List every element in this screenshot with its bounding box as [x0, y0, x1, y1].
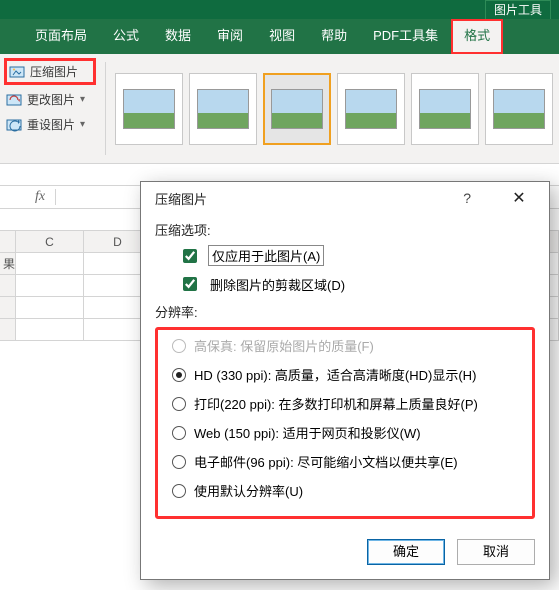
- row-header-fragment: [0, 275, 16, 297]
- dialog-titlebar: 压缩图片 ? ✕: [141, 182, 549, 214]
- delete-cropped-checkbox[interactable]: [183, 277, 197, 291]
- tab-page-layout[interactable]: 页面布局: [22, 19, 100, 54]
- radio-hd-row[interactable]: HD (330 ppi): 高质量，适合高清晰度(HD)显示(H): [172, 365, 528, 384]
- radio-print[interactable]: [172, 397, 186, 411]
- radio-fidelity-label: 高保真: 保留原始图片的质量(F): [194, 336, 374, 355]
- compress-pictures-button[interactable]: 压缩图片: [4, 58, 96, 85]
- radio-print-label: 打印(220 ppi): 在多数打印机和屏幕上质量良好(P): [194, 394, 478, 413]
- radio-email-row[interactable]: 电子邮件(96 ppi): 尽可能缩小文档以便共享(E): [172, 452, 528, 471]
- tab-data[interactable]: 数据: [152, 19, 204, 54]
- reset-picture-icon: [6, 117, 22, 133]
- picture-style-4[interactable]: [337, 73, 405, 145]
- tab-formulas[interactable]: 公式: [100, 19, 152, 54]
- help-icon[interactable]: ?: [463, 190, 471, 206]
- cell[interactable]: [16, 253, 84, 275]
- cancel-button[interactable]: 取消: [457, 539, 535, 565]
- delete-cropped-checkbox-row[interactable]: 删除图片的剪裁区域(D): [179, 274, 535, 294]
- compress-icon: [9, 64, 25, 80]
- col-header-fragment: [0, 231, 16, 253]
- close-icon[interactable]: ✕: [499, 188, 539, 208]
- change-picture-button[interactable]: 更改图片 ▾: [4, 89, 96, 110]
- radio-default-row[interactable]: 使用默认分辨率(U): [172, 481, 528, 500]
- tab-help[interactable]: 帮助: [308, 19, 360, 54]
- ribbon-body: 压缩图片 更改图片 ▾ 重设图片 ▾: [0, 54, 559, 164]
- resolution-options-highlight: 高保真: 保留原始图片的质量(F) HD (330 ppi): 高质量，适合高清…: [155, 327, 535, 519]
- col-header-c[interactable]: C: [16, 231, 84, 253]
- tab-pdf-tools[interactable]: PDF工具集: [360, 19, 451, 54]
- cell[interactable]: [16, 297, 84, 319]
- delete-cropped-label: 删除图片的剪裁区域(D): [208, 275, 347, 294]
- radio-web-label: Web (150 ppi): 适用于网页和投影仪(W): [194, 423, 421, 442]
- ribbon-divider: [105, 62, 106, 155]
- radio-web-row[interactable]: Web (150 ppi): 适用于网页和投影仪(W): [172, 423, 528, 442]
- picture-style-3[interactable]: [263, 73, 331, 145]
- radio-default-label: 使用默认分辨率(U): [194, 481, 303, 500]
- tab-view[interactable]: 视图: [256, 19, 308, 54]
- reset-picture-button[interactable]: 重设图片 ▾: [4, 114, 96, 135]
- adjust-group: 压缩图片 更改图片 ▾ 重设图片 ▾: [0, 54, 100, 163]
- dropdown-icon[interactable]: ▾: [80, 94, 90, 105]
- resolution-heading: 分辨率:: [155, 302, 535, 321]
- apply-only-this-checkbox-row[interactable]: 仅应用于此图片(A): [179, 245, 535, 266]
- tab-review[interactable]: 审阅: [204, 19, 256, 54]
- radio-fidelity-row: 高保真: 保留原始图片的质量(F): [172, 336, 528, 355]
- apply-only-this-label: 仅应用于此图片(A): [208, 245, 324, 266]
- picture-styles-group: [111, 54, 557, 163]
- radio-default[interactable]: [172, 484, 186, 498]
- radio-fidelity: [172, 339, 186, 353]
- ribbon-tabs: 页面布局 公式 数据 审阅 视图 帮助 PDF工具集 格式: [0, 19, 559, 54]
- row-header-fragment: 果: [0, 253, 16, 275]
- picture-style-6[interactable]: [485, 73, 553, 145]
- radio-web[interactable]: [172, 426, 186, 440]
- cell[interactable]: [16, 319, 84, 341]
- tab-format[interactable]: 格式: [451, 19, 503, 54]
- picture-style-2[interactable]: [189, 73, 257, 145]
- change-picture-icon: [6, 92, 22, 108]
- picture-tools-tab[interactable]: 图片工具: [485, 0, 551, 19]
- radio-hd[interactable]: [172, 368, 186, 382]
- picture-style-1[interactable]: [115, 73, 183, 145]
- cell[interactable]: [16, 275, 84, 297]
- radio-email[interactable]: [172, 455, 186, 469]
- change-picture-label: 更改图片: [27, 91, 75, 108]
- radio-hd-label: HD (330 ppi): 高质量，适合高清晰度(HD)显示(H): [194, 365, 476, 384]
- row-header-fragment: [0, 297, 16, 319]
- row-header-fragment: [0, 319, 16, 341]
- compress-pictures-dialog: 压缩图片 ? ✕ 压缩选项: 仅应用于此图片(A) 删除图片的剪裁区域(D) 分…: [140, 181, 550, 580]
- picture-style-5[interactable]: [411, 73, 479, 145]
- reset-picture-label: 重设图片: [27, 116, 75, 133]
- radio-email-label: 电子邮件(96 ppi): 尽可能缩小文档以便共享(E): [194, 452, 458, 471]
- apply-only-this-checkbox[interactable]: [183, 249, 197, 263]
- dialog-footer: 确定 取消: [141, 527, 549, 579]
- dialog-body: 压缩选项: 仅应用于此图片(A) 删除图片的剪裁区域(D) 分辨率: 高保真: …: [141, 214, 549, 527]
- compress-options-heading: 压缩选项:: [155, 220, 535, 239]
- fx-icon[interactable]: fx: [25, 189, 56, 205]
- titlebar: 图片工具: [0, 0, 559, 19]
- dropdown-icon[interactable]: ▾: [80, 119, 90, 130]
- compress-label: 压缩图片: [30, 63, 78, 80]
- radio-print-row[interactable]: 打印(220 ppi): 在多数打印机和屏幕上质量良好(P): [172, 394, 528, 413]
- dialog-title: 压缩图片: [155, 189, 207, 208]
- ok-button[interactable]: 确定: [367, 539, 445, 565]
